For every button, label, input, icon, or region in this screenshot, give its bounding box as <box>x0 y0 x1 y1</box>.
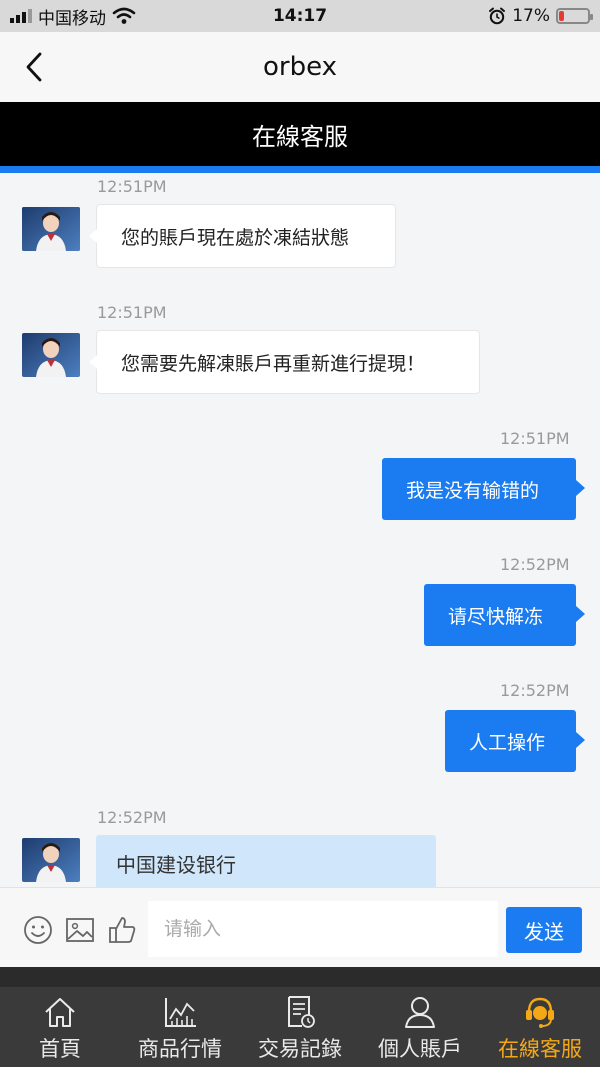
send-button[interactable]: 发送 <box>506 907 582 953</box>
tab-label: 商品行情 <box>138 1037 222 1061</box>
battery-percent: 17% <box>512 6 550 26</box>
back-button[interactable] <box>16 49 52 85</box>
alarm-icon <box>489 7 506 25</box>
status-left: 中国移动 <box>10 4 136 29</box>
tab-label: 首頁 <box>39 1037 81 1061</box>
customer-service-icon <box>526 997 554 1028</box>
message-time: 12:52PM <box>500 681 570 700</box>
nav-bar: orbex <box>0 32 600 102</box>
input-bar: 发送 <box>0 887 600 967</box>
message-time: 12:51PM <box>97 177 167 196</box>
tab-bar-divider <box>0 967 600 987</box>
agent-avatar <box>22 207 80 251</box>
tab-customer-service[interactable]: 在線客服 <box>480 987 600 1067</box>
thumbs-up-icon[interactable] <box>106 914 138 946</box>
message-time: 12:51PM <box>97 303 167 322</box>
chat-header: 在線客服 <box>0 102 600 166</box>
bank-name: 中国建设银行 <box>116 853 236 877</box>
message-input[interactable] <box>148 901 498 957</box>
agent-avatar <box>22 333 80 377</box>
incoming-message: 您的賬戶現在處於凍結狀態 <box>89 204 396 268</box>
wifi-icon <box>112 7 136 24</box>
home-icon <box>45 998 75 1027</box>
trade-record-icon <box>288 996 315 1028</box>
tab-account[interactable]: 個人賬戶 <box>360 987 480 1067</box>
emoji-icon[interactable] <box>22 914 54 946</box>
message-time: 12:51PM <box>500 429 570 448</box>
message-time: 12:52PM <box>97 808 167 827</box>
status-bar: 中国移动 14:17 17% <box>0 0 600 32</box>
tab-bar: 首頁 商品行情 交易記錄 個人賬戶 在線客服 <box>0 987 600 1067</box>
market-chart-icon <box>165 998 196 1027</box>
message-time: 12:52PM <box>500 555 570 574</box>
bank-info-message: 中国建设银行 6217001450004934306 <box>96 835 436 887</box>
status-right: 17% <box>488 6 593 26</box>
agent-avatar <box>22 838 80 882</box>
tab-market[interactable]: 商品行情 <box>120 987 240 1067</box>
header-divider <box>0 166 600 173</box>
chat-messages[interactable]: 12:51PM 您的賬戶現在處於凍結狀態 12:51PM 您需要先解凍賬戶再重新… <box>0 173 600 887</box>
battery-level <box>559 11 564 21</box>
outgoing-message: 请尽快解冻 <box>424 584 585 646</box>
image-icon[interactable] <box>64 914 96 946</box>
user-icon <box>405 997 435 1028</box>
tab-label: 在線客服 <box>498 1037 582 1061</box>
battery-icon <box>556 8 593 24</box>
signal-icon <box>10 9 32 23</box>
tab-label: 個人賬戶 <box>378 1037 462 1061</box>
carrier-label: 中国移动 <box>38 8 106 29</box>
outgoing-message: 人工操作 <box>445 710 585 772</box>
chevron-left-icon <box>26 52 42 82</box>
page-title: orbex <box>262 52 338 82</box>
tab-home[interactable]: 首頁 <box>0 987 120 1067</box>
incoming-message: 您需要先解凍賬戶再重新進行提現！ <box>89 330 480 394</box>
tab-trade-records[interactable]: 交易記錄 <box>240 987 360 1067</box>
tab-label: 交易記錄 <box>258 1037 342 1061</box>
outgoing-message: 我是没有输错的 <box>382 458 585 520</box>
